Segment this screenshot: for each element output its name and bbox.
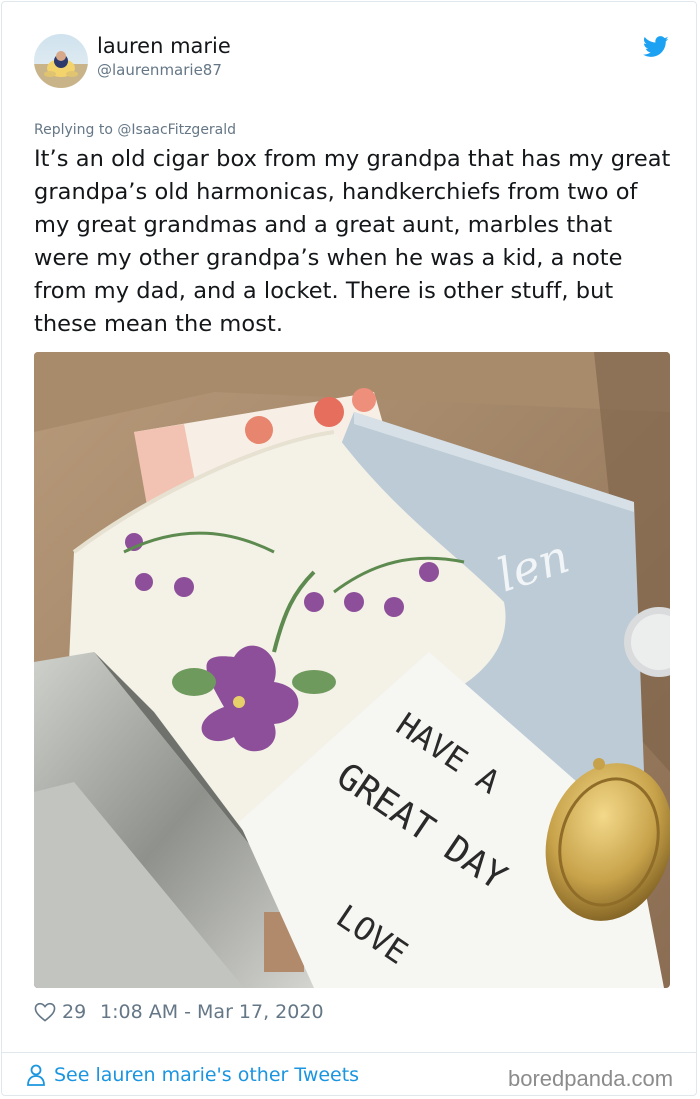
reply-prefix: Replying to [34,122,113,138]
tweet-card: lauren marie @laurenmarie87 Replying to … [1,1,697,1096]
reply-context: Replying to @IsaacFitzgerald [34,122,236,138]
timestamp[interactable]: 1:08 AM - Mar 17, 2020 [100,1001,324,1023]
watermark: boredpanda.com [508,1066,674,1091]
divider [2,1052,696,1053]
cigar-box-photo: len HAVE A GREAT DAY LOVE [34,352,670,988]
author-name[interactable]: lauren marie [97,34,231,58]
reply-to-link[interactable]: @IsaacFitzgerald [117,122,236,138]
heart-icon[interactable] [34,1002,56,1022]
like-count[interactable]: 29 [62,1001,86,1023]
author-handle[interactable]: @laurenmarie87 [97,61,222,79]
see-other-tweets-link[interactable]: See lauren marie's other Tweets [26,1064,359,1086]
tweet-text: It’s an old cigar box from my grandpa th… [34,146,671,337]
see-other-tweets-label[interactable]: See lauren marie's other Tweets [54,1064,359,1086]
person-icon [27,1064,45,1086]
avatar-image [34,34,88,88]
avatar[interactable] [34,34,88,88]
tweet-photo[interactable]: len HAVE A GREAT DAY LOVE [34,352,670,988]
twitter-bird-icon[interactable] [643,36,669,58]
